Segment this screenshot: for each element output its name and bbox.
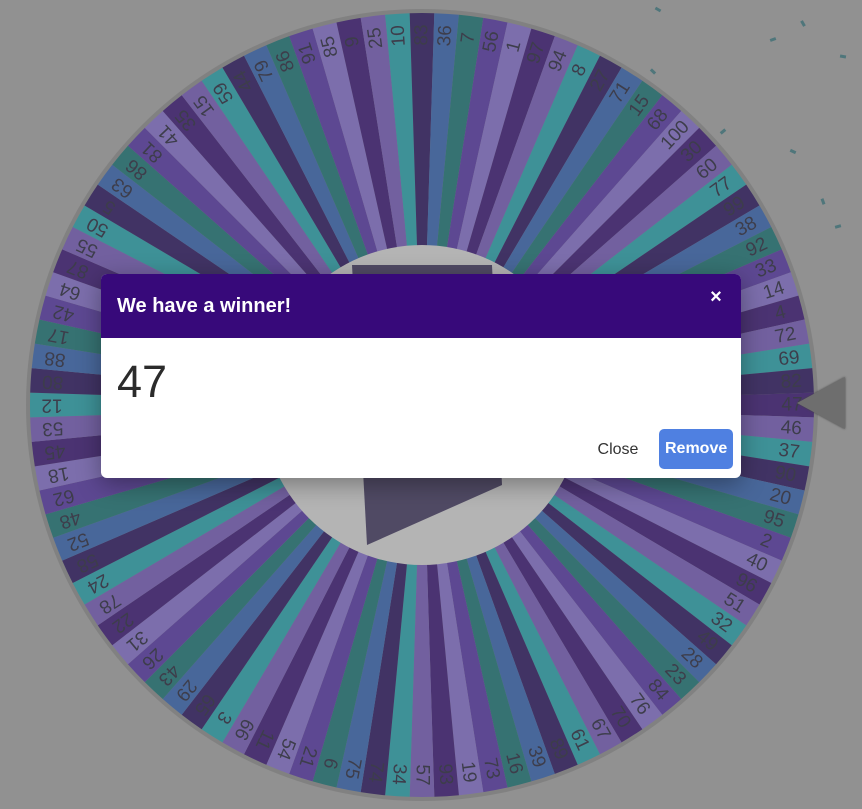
dialog-header: We have a winner! ×	[101, 274, 741, 338]
close-button[interactable]: Close	[588, 430, 648, 470]
winner-dialog: We have a winner! × 47 Close Remove	[101, 274, 741, 478]
remove-button[interactable]: Remove	[659, 429, 733, 469]
wheel-stage: 47 46 37 90 20 95 2 40 96 51 32 49 28 23 84 76 70 67 61 89 3…	[0, 0, 862, 809]
winner-value: 47	[117, 356, 168, 407]
dialog-title: We have a winner!	[117, 295, 292, 317]
pointer-arrow-icon	[797, 377, 845, 429]
close-icon[interactable]: ×	[707, 287, 725, 307]
